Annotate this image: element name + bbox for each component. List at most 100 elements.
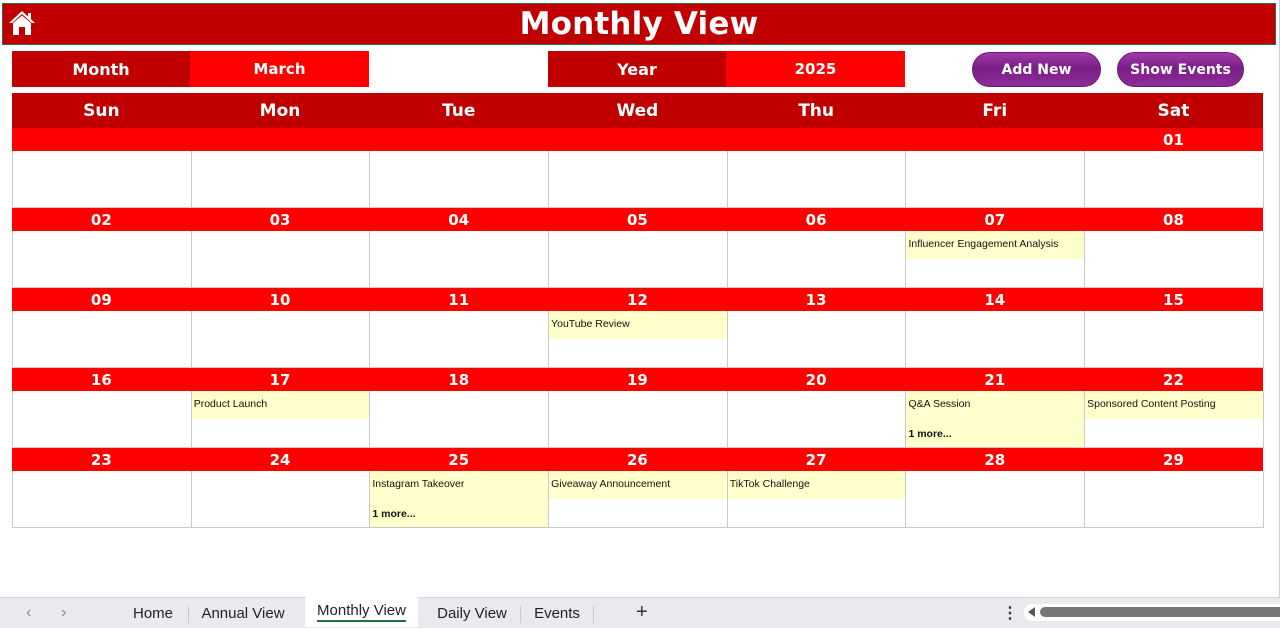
date-number: 13 [805, 290, 827, 309]
more-events-link[interactable]: 1 more... [908, 428, 951, 440]
plus-icon[interactable]: + [636, 601, 648, 624]
date-number-row: 02 03 04 05 06 07 08 [12, 208, 1263, 231]
scrollbar-thumb[interactable] [1040, 607, 1280, 617]
tab-label: Annual View [201, 605, 285, 622]
event-item[interactable]: TikTok Challenge [727, 471, 906, 499]
day-cell[interactable] [906, 311, 1086, 368]
date-number: 05 [626, 210, 648, 229]
day-cell[interactable] [727, 151, 907, 208]
day-cell[interactable] [727, 311, 907, 368]
day-cell[interactable] [370, 231, 550, 288]
day-cell[interactable] [191, 471, 371, 528]
day-cell[interactable] [191, 311, 371, 368]
weekday-fri: Fri [982, 100, 1008, 121]
day-cell[interactable]: Influencer Engagement Analysis [906, 231, 1086, 288]
year-selector: Year 2025 [548, 51, 905, 87]
more-events-link[interactable]: 1 more... [372, 508, 415, 520]
page-title: Monthly View [519, 6, 759, 42]
date-number [369, 128, 548, 151]
calendar-grid: Sun Mon Tue Wed Thu Fri Sat 01 02 03 04 05 06 07 08 In… [12, 93, 1264, 528]
date-number: 19 [626, 370, 648, 389]
year-dropdown[interactable]: 2025 [726, 51, 905, 87]
year-label: Year [548, 51, 726, 87]
date-number: 08 [1163, 210, 1184, 229]
day-cell[interactable] [906, 151, 1086, 208]
day-cell[interactable]: TikTok Challenge [727, 471, 907, 528]
date-number: 01 [1163, 130, 1184, 149]
tab-monthly-view[interactable]: Monthly View [305, 596, 418, 627]
date-number: 14 [984, 290, 1006, 309]
tab-annual-view[interactable]: Annual View [192, 598, 294, 629]
event-row [12, 151, 1264, 208]
day-cell[interactable]: Instagram Takeover 1 more... [370, 471, 550, 528]
chevron-left-icon[interactable]: ‹ [26, 604, 31, 622]
calendar-week: 23 24 25 26 27 28 29 Instagram Takeover 1 more..… [12, 448, 1264, 528]
date-number-row: 01 [12, 128, 1263, 151]
tab-separator [188, 606, 189, 623]
date-number [12, 128, 191, 151]
day-cell[interactable] [13, 231, 192, 288]
day-cell[interactable] [727, 391, 907, 448]
weekday-wed: Wed [616, 100, 659, 121]
date-number: 16 [90, 370, 112, 389]
day-cell[interactable] [191, 231, 371, 288]
calendar-week: 01 [12, 128, 1264, 208]
day-cell[interactable] [549, 151, 728, 208]
day-cell[interactable] [191, 151, 371, 208]
tab-label: Events [534, 605, 580, 622]
tab-events[interactable]: Events [526, 598, 588, 629]
calendar-week: 16 17 18 19 20 21 22 Product Launch Q&A Session 1… [12, 368, 1264, 448]
day-cell[interactable] [1085, 311, 1264, 368]
day-cell[interactable] [370, 151, 550, 208]
day-cell[interactable] [13, 151, 192, 208]
day-cell[interactable] [1085, 231, 1264, 288]
day-cell[interactable]: Giveaway Announcement [549, 471, 728, 528]
event-item[interactable]: Giveaway Announcement [549, 471, 727, 499]
tab-home[interactable]: Home [122, 598, 184, 629]
event-item[interactable]: Product Launch [191, 391, 370, 419]
tab-daily-view[interactable]: Daily View [428, 598, 516, 629]
day-cell[interactable] [549, 231, 728, 288]
home-icon[interactable] [7, 8, 37, 38]
tab-label: Monthly View [317, 602, 406, 622]
horizontal-scrollbar[interactable] [1024, 604, 1280, 621]
date-number-row: 16 17 18 19 20 21 22 [12, 368, 1263, 391]
day-cell[interactable] [906, 471, 1086, 528]
day-cell[interactable] [370, 391, 550, 448]
kebab-icon[interactable]: ⋮ [1002, 603, 1018, 623]
date-number: 18 [448, 370, 470, 389]
day-cell[interactable] [1085, 471, 1264, 528]
day-cell[interactable]: YouTube Review [549, 311, 728, 368]
tab-label: Daily View [437, 605, 507, 622]
calendar-week: 09 10 11 12 13 14 15 YouTube Review [12, 288, 1264, 368]
day-cell[interactable] [13, 311, 192, 368]
day-cell[interactable]: Sponsored Content Posting [1085, 391, 1264, 448]
weekday-sat: Sat [1157, 100, 1190, 121]
day-cell[interactable] [370, 311, 550, 368]
day-cell[interactable]: Product Launch [191, 391, 371, 448]
day-cell[interactable] [549, 391, 728, 448]
date-number: 06 [805, 210, 827, 229]
day-cell[interactable] [1085, 151, 1264, 208]
month-label: Month [12, 51, 190, 87]
date-number: 17 [269, 370, 291, 389]
tab-separator [593, 606, 594, 623]
day-cell[interactable] [13, 471, 192, 528]
chevron-right-icon[interactable]: › [61, 604, 66, 622]
month-dropdown[interactable]: March [190, 51, 369, 87]
day-cell[interactable] [13, 391, 192, 448]
calendar-week: 02 03 04 05 06 07 08 Influencer Engagement Anal… [12, 208, 1264, 288]
event-item[interactable]: Sponsored Content Posting [1085, 391, 1263, 419]
date-number: 07 [984, 210, 1006, 229]
worksheet: Monthly View Month March Year 2025 Add N… [0, 0, 1280, 597]
show-events-button[interactable]: Show Events [1117, 52, 1244, 87]
day-cell[interactable]: Q&A Session 1 more... [906, 391, 1086, 448]
day-cell[interactable] [727, 231, 907, 288]
date-number: 23 [90, 450, 112, 469]
event-item[interactable]: Influencer Engagement Analysis [906, 231, 1085, 259]
date-number [727, 128, 906, 151]
scroll-left-icon[interactable] [1028, 607, 1035, 617]
weekday-tue: Tue [442, 100, 476, 121]
add-new-button[interactable]: Add New [972, 52, 1101, 87]
event-item[interactable]: YouTube Review [549, 311, 727, 339]
